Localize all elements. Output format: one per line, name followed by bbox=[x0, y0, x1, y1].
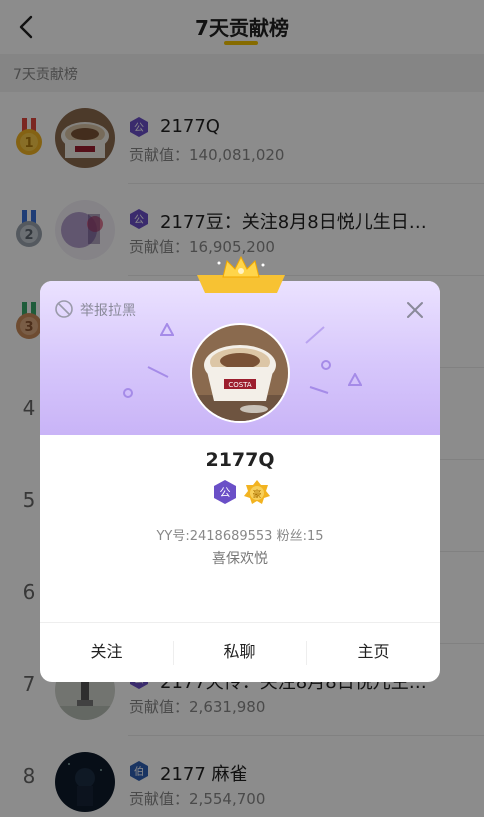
line-decoration-icon bbox=[147, 366, 169, 378]
profile-avatar[interactable]: COSTA bbox=[190, 323, 290, 423]
svg-text:豪: 豪 bbox=[252, 488, 261, 500]
private-chat-button[interactable]: 私聊 bbox=[173, 623, 306, 683]
line-decoration-icon bbox=[305, 326, 325, 344]
profile-name: 2177Q bbox=[205, 449, 275, 471]
profile-signature: 喜保欢悦 bbox=[212, 551, 268, 567]
profile-meta: YY号:2418689553 粉丝:15 bbox=[156, 529, 324, 544]
line-decoration-icon bbox=[309, 386, 329, 394]
block-icon bbox=[55, 300, 73, 318]
triangle-decoration-icon bbox=[160, 323, 174, 336]
close-icon[interactable] bbox=[404, 299, 426, 321]
badge-row: 公 豪 bbox=[214, 480, 270, 504]
action-bar: 关注 私聊 主页 bbox=[40, 622, 440, 682]
circle-decoration-icon bbox=[123, 388, 133, 398]
homepage-button[interactable]: 主页 bbox=[307, 623, 440, 683]
wealth-badge-icon: 豪 bbox=[244, 480, 270, 504]
noble-badge-icon: 公 bbox=[214, 480, 236, 504]
crown-icon bbox=[197, 255, 285, 293]
svg-text:公: 公 bbox=[220, 486, 231, 499]
triangle-decoration-icon bbox=[348, 373, 362, 386]
svg-text:COSTA: COSTA bbox=[228, 381, 252, 389]
report-label: 举报拉黑 bbox=[80, 303, 136, 319]
user-profile-card: 举报拉黑 COSTA 2177Q 公 豪 YY号:2418689553 粉丝:1… bbox=[40, 255, 440, 682]
follow-button[interactable]: 关注 bbox=[40, 623, 173, 683]
circle-decoration-icon bbox=[321, 360, 331, 370]
card-header: 举报拉黑 COSTA bbox=[40, 281, 440, 435]
